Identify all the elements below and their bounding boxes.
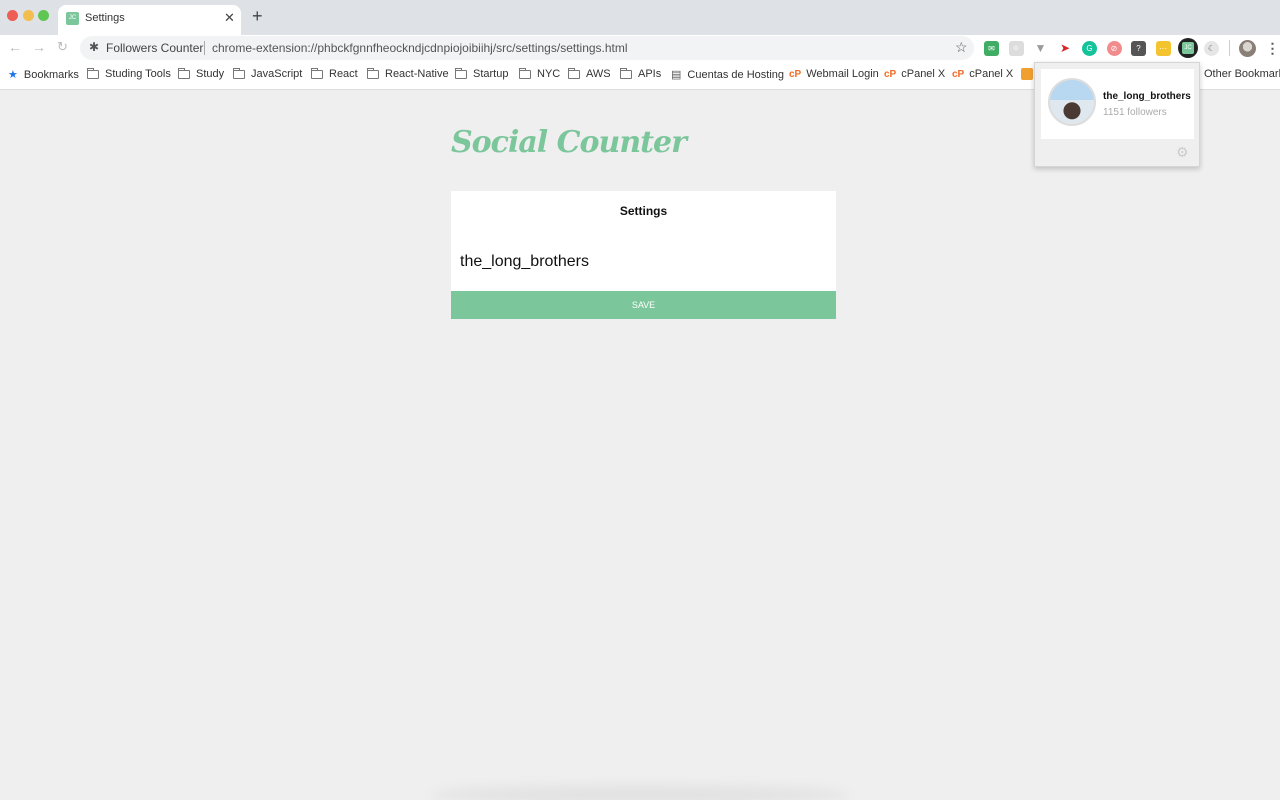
popup-followers-count: 1151 followers xyxy=(1103,107,1167,118)
bookmark-label: Startup xyxy=(473,68,509,80)
bookmark-label: AWS xyxy=(586,68,611,80)
folder-icon xyxy=(311,67,323,79)
folder-icon xyxy=(87,67,99,79)
minimize-window-button[interactable] xyxy=(23,10,34,21)
dots-extension-icon[interactable]: ⋯ xyxy=(1155,40,1171,56)
bookmark-item[interactable]: cP Webmail Login xyxy=(789,68,879,80)
bookmark-label: cPanel X xyxy=(901,68,946,80)
app-logo: Social Counter xyxy=(451,125,687,160)
bookmark-item[interactable]: NYC xyxy=(519,67,561,80)
username-input[interactable] xyxy=(451,243,836,281)
grammarly-icon[interactable]: G xyxy=(1082,40,1097,56)
browser-toolbar: ← → ↻ ✱ Followers Counter chrome-extensi… xyxy=(0,35,1280,61)
bookmark-item[interactable]: Study xyxy=(178,67,225,80)
bookmark-item[interactable]: ▤ Cuentas de Hosting xyxy=(671,68,785,82)
other-bookmarks-label: Other Bookmarks xyxy=(1204,68,1280,80)
bookmark-label: Studing Tools xyxy=(105,68,171,80)
lightbulb-extension-icon[interactable]: ? xyxy=(1131,40,1146,56)
bookmark-label: JavaScript xyxy=(251,68,303,80)
folder-icon xyxy=(233,67,245,79)
bookmark-item[interactable]: Startup xyxy=(455,67,509,80)
bookmark-label: Bookmarks xyxy=(23,68,79,81)
document-icon: ▤ xyxy=(671,69,682,81)
bottom-shadow xyxy=(430,785,850,800)
settings-card: Settings SAVE xyxy=(451,191,836,319)
popup-username: the_long_brothers xyxy=(1103,91,1191,102)
inbox-extension-icon[interactable]: ✉ xyxy=(984,40,999,56)
bookmark-label: Cuentas de Hosting xyxy=(687,68,785,81)
bookmark-label: Webmail Login xyxy=(806,68,879,80)
folder-icon xyxy=(568,67,580,79)
tab-title: Settings xyxy=(85,12,125,24)
url-text[interactable]: chrome-extension://phbckfgnnfheockndjcdn… xyxy=(212,41,628,55)
bookmark-item[interactable]: cP cPanel X xyxy=(884,68,945,80)
followers-counter-extension-icon[interactable]: JC xyxy=(1178,38,1198,58)
bookmark-app-icon[interactable] xyxy=(1021,68,1033,80)
bookmark-item[interactable]: JavaScript xyxy=(233,67,303,80)
new-tab-button[interactable]: + xyxy=(252,7,263,25)
folder-icon xyxy=(367,67,379,79)
blocker-extension-icon[interactable]: ⊘ xyxy=(1106,40,1122,56)
bookmark-label: cPanel X xyxy=(969,68,1014,80)
bookmark-item[interactable]: AWS xyxy=(568,67,611,80)
maximize-window-button[interactable] xyxy=(38,10,49,21)
tab-settings[interactable]: JC Settings ✕ xyxy=(58,5,241,35)
dark-mode-icon[interactable]: ☾ xyxy=(1204,40,1219,56)
bookmark-item[interactable]: React xyxy=(311,67,358,80)
tab-strip: JC Settings ✕ + xyxy=(0,0,1280,35)
bird-extension-icon[interactable]: ➤ xyxy=(1058,41,1073,56)
other-bookmarks[interactable]: Other Bookmarks xyxy=(1204,68,1280,80)
tab-favicon-icon: JC xyxy=(66,12,79,25)
settings-title: Settings xyxy=(619,204,668,218)
bookmark-item[interactable]: APIs xyxy=(620,67,662,80)
bookmark-label: Study xyxy=(196,68,225,80)
react-devtools-icon[interactable]: ⚛ xyxy=(1008,40,1024,56)
bookmark-item[interactable]: ★ Bookmarks xyxy=(8,68,79,82)
save-button[interactable]: SAVE xyxy=(451,291,836,319)
folder-icon xyxy=(620,67,632,79)
reload-icon[interactable]: ↻ xyxy=(57,39,68,55)
bookmark-label: APIs xyxy=(638,68,662,80)
profile-card: the_long_brothers 1151 followers xyxy=(1041,69,1194,139)
close-window-button[interactable] xyxy=(7,10,18,21)
folder-icon xyxy=(455,67,467,79)
profile-avatar-icon[interactable] xyxy=(1238,39,1256,57)
cpanel-icon: cP xyxy=(952,68,965,80)
address-bar[interactable]: ✱ Followers Counter chrome-extension://p… xyxy=(80,36,974,60)
bookmark-item[interactable]: cP cPanel X xyxy=(952,68,1013,80)
puzzle-piece-icon: ✱ xyxy=(89,40,100,54)
close-tab-icon[interactable]: ✕ xyxy=(224,10,235,26)
back-arrow-icon[interactable]: ← xyxy=(8,39,22,55)
bookmark-item[interactable]: Studing Tools xyxy=(87,67,171,80)
extension-name: Followers Counter xyxy=(106,41,204,55)
forward-arrow-icon[interactable]: → xyxy=(32,39,46,55)
bookmark-label: React xyxy=(329,68,358,80)
vue-devtools-icon[interactable]: ▼ xyxy=(1033,41,1048,56)
cpanel-icon: cP xyxy=(884,68,897,80)
bookmark-star-icon[interactable]: ☆ xyxy=(955,39,968,56)
extension-icons: ✉ ⚛ ▼ ➤ G ⊘? ⋯ JC ☾ ⋮ xyxy=(984,38,1280,58)
avatar xyxy=(1048,78,1096,126)
address-divider xyxy=(204,41,205,55)
star-icon: ★ xyxy=(8,69,18,81)
toolbar-divider xyxy=(1228,40,1230,56)
bookmark-item[interactable]: React-Native xyxy=(367,67,449,80)
cpanel-icon: cP xyxy=(789,68,802,80)
bookmark-label: React-Native xyxy=(385,68,449,80)
folder-icon xyxy=(178,67,190,79)
menu-kebab-icon[interactable]: ⋮ xyxy=(1266,40,1280,57)
extension-popup: the_long_brothers 1151 followers ⚙ xyxy=(1034,62,1200,167)
folder-icon xyxy=(519,67,531,79)
gear-icon[interactable]: ⚙ xyxy=(1176,144,1189,161)
bookmark-label: NYC xyxy=(537,68,561,80)
followers-counter-logo-icon: JC xyxy=(1182,42,1194,54)
